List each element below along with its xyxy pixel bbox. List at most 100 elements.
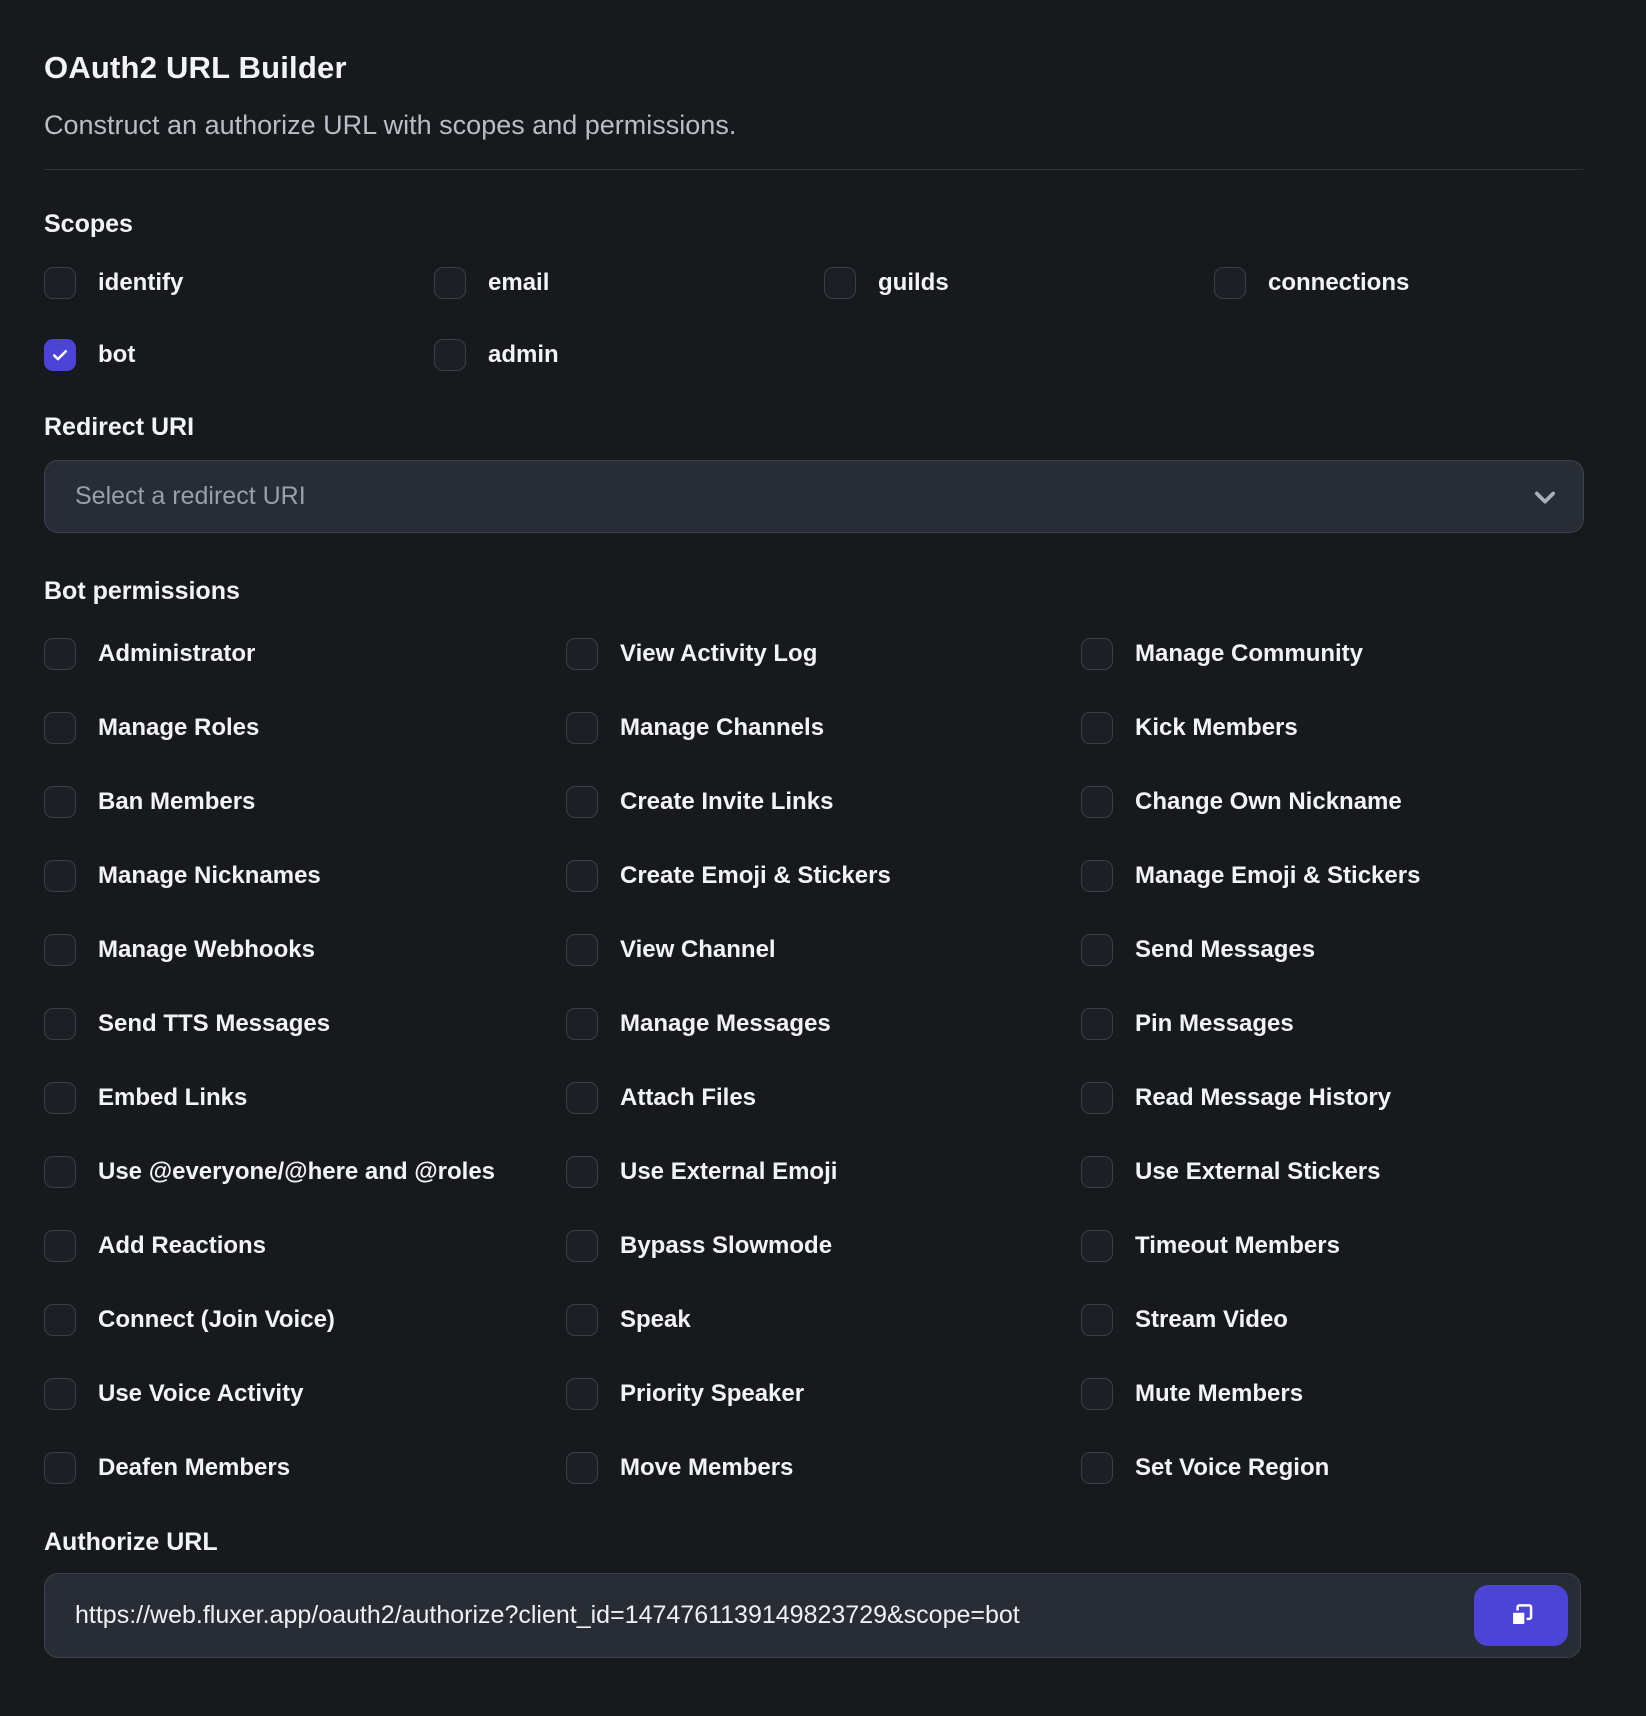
permission-item-ban-members[interactable]: Ban Members (44, 786, 566, 818)
permission-checkbox-manage-nicknames[interactable] (44, 860, 76, 892)
permission-item-view-activity-log[interactable]: View Activity Log (566, 638, 1081, 670)
permission-checkbox-use-everyone-here-and-roles[interactable] (44, 1156, 76, 1188)
permission-checkbox-manage-emoji-stickers[interactable] (1081, 860, 1113, 892)
authorize-url-field[interactable]: https://web.fluxer.app/oauth2/authorize?… (44, 1573, 1581, 1658)
permission-checkbox-ban-members[interactable] (44, 786, 76, 818)
scope-item-email[interactable]: email (434, 267, 824, 299)
authorize-url-heading: Authorize URL (44, 1528, 1584, 1557)
permission-item-stream-video[interactable]: Stream Video (1081, 1304, 1584, 1336)
permission-checkbox-speak[interactable] (566, 1304, 598, 1336)
permission-checkbox-manage-channels[interactable] (566, 712, 598, 744)
scope-item-bot[interactable]: bot (44, 339, 434, 371)
permission-item-administrator[interactable]: Administrator (44, 638, 566, 670)
permission-item-manage-emoji-stickers[interactable]: Manage Emoji & Stickers (1081, 860, 1584, 892)
permission-checkbox-deafen-members[interactable] (44, 1452, 76, 1484)
permission-item-use-external-stickers[interactable]: Use External Stickers (1081, 1156, 1584, 1188)
permission-item-change-own-nickname[interactable]: Change Own Nickname (1081, 786, 1584, 818)
permission-checkbox-move-members[interactable] (566, 1452, 598, 1484)
permission-item-use-voice-activity[interactable]: Use Voice Activity (44, 1378, 566, 1410)
redirect-uri-select[interactable]: Select a redirect URI (44, 460, 1584, 533)
permission-checkbox-use-voice-activity[interactable] (44, 1378, 76, 1410)
permission-checkbox-timeout-members[interactable] (1081, 1230, 1113, 1262)
scope-label-identify: identify (98, 269, 183, 297)
permission-item-mute-members[interactable]: Mute Members (1081, 1378, 1584, 1410)
permission-item-move-members[interactable]: Move Members (566, 1452, 1081, 1484)
permission-item-send-messages[interactable]: Send Messages (1081, 934, 1584, 966)
permission-checkbox-manage-messages[interactable] (566, 1008, 598, 1040)
permission-item-bypass-slowmode[interactable]: Bypass Slowmode (566, 1230, 1081, 1262)
permission-item-create-emoji-stickers[interactable]: Create Emoji & Stickers (566, 860, 1081, 892)
permission-item-use-everyone-here-and-roles[interactable]: Use @everyone/@here and @roles (44, 1156, 566, 1188)
permission-item-timeout-members[interactable]: Timeout Members (1081, 1230, 1584, 1262)
permission-item-use-external-emoji[interactable]: Use External Emoji (566, 1156, 1081, 1188)
permission-checkbox-create-emoji-stickers[interactable] (566, 860, 598, 892)
permission-checkbox-read-message-history[interactable] (1081, 1082, 1113, 1114)
scope-checkbox-bot-checked[interactable] (44, 339, 76, 371)
permission-item-connect-join-voice[interactable]: Connect (Join Voice) (44, 1304, 566, 1336)
permission-checkbox-view-channel[interactable] (566, 934, 598, 966)
permission-checkbox-add-reactions[interactable] (44, 1230, 76, 1262)
permission-checkbox-administrator[interactable] (44, 638, 76, 670)
permission-item-manage-nicknames[interactable]: Manage Nicknames (44, 860, 566, 892)
permission-checkbox-send-messages[interactable] (1081, 934, 1113, 966)
permission-checkbox-send-tts-messages[interactable] (44, 1008, 76, 1040)
permission-checkbox-bypass-slowmode[interactable] (566, 1230, 598, 1262)
permission-item-kick-members[interactable]: Kick Members (1081, 712, 1584, 744)
scope-item-guilds[interactable]: guilds (824, 267, 1214, 299)
scope-label-connections: connections (1268, 269, 1409, 297)
permission-item-deafen-members[interactable]: Deafen Members (44, 1452, 566, 1484)
copy-url-button[interactable] (1474, 1585, 1568, 1646)
scope-checkbox-admin[interactable] (434, 339, 466, 371)
permission-label-use-external-emoji: Use External Emoji (620, 1158, 837, 1186)
bot-permissions-grid: AdministratorView Activity LogManage Com… (44, 638, 1584, 1484)
permission-item-manage-messages[interactable]: Manage Messages (566, 1008, 1081, 1040)
scope-item-admin[interactable]: admin (434, 339, 824, 371)
permission-checkbox-manage-roles[interactable] (44, 712, 76, 744)
scope-checkbox-identify[interactable] (44, 267, 76, 299)
permission-checkbox-mute-members[interactable] (1081, 1378, 1113, 1410)
permission-checkbox-change-own-nickname[interactable] (1081, 786, 1113, 818)
permission-checkbox-kick-members[interactable] (1081, 712, 1113, 744)
permission-label-send-messages: Send Messages (1135, 936, 1315, 964)
permission-item-create-invite-links[interactable]: Create Invite Links (566, 786, 1081, 818)
permission-item-speak[interactable]: Speak (566, 1304, 1081, 1336)
authorize-url-value: https://web.fluxer.app/oauth2/authorize?… (75, 1601, 1474, 1630)
permission-item-manage-roles[interactable]: Manage Roles (44, 712, 566, 744)
permission-checkbox-use-external-stickers[interactable] (1081, 1156, 1113, 1188)
permission-checkbox-set-voice-region[interactable] (1081, 1452, 1113, 1484)
scope-item-identify[interactable]: identify (44, 267, 434, 299)
permission-label-add-reactions: Add Reactions (98, 1232, 266, 1260)
permission-item-attach-files[interactable]: Attach Files (566, 1082, 1081, 1114)
permission-checkbox-view-activity-log[interactable] (566, 638, 598, 670)
permission-label-deafen-members: Deafen Members (98, 1454, 290, 1482)
scope-checkbox-email[interactable] (434, 267, 466, 299)
permission-checkbox-priority-speaker[interactable] (566, 1378, 598, 1410)
permission-label-create-invite-links: Create Invite Links (620, 788, 833, 816)
scope-checkbox-guilds[interactable] (824, 267, 856, 299)
copy-icon (1508, 1602, 1535, 1629)
permission-checkbox-embed-links[interactable] (44, 1082, 76, 1114)
permission-item-view-channel[interactable]: View Channel (566, 934, 1081, 966)
permission-checkbox-pin-messages[interactable] (1081, 1008, 1113, 1040)
scope-item-connections[interactable]: connections (1214, 267, 1604, 299)
permission-item-add-reactions[interactable]: Add Reactions (44, 1230, 566, 1262)
permission-item-manage-webhooks[interactable]: Manage Webhooks (44, 934, 566, 966)
permission-checkbox-create-invite-links[interactable] (566, 786, 598, 818)
permission-checkbox-attach-files[interactable] (566, 1082, 598, 1114)
permission-checkbox-stream-video[interactable] (1081, 1304, 1113, 1336)
permission-label-stream-video: Stream Video (1135, 1306, 1288, 1334)
permission-item-priority-speaker[interactable]: Priority Speaker (566, 1378, 1081, 1410)
permission-item-manage-community[interactable]: Manage Community (1081, 638, 1584, 670)
permission-item-read-message-history[interactable]: Read Message History (1081, 1082, 1584, 1114)
permission-item-send-tts-messages[interactable]: Send TTS Messages (44, 1008, 566, 1040)
permission-item-set-voice-region[interactable]: Set Voice Region (1081, 1452, 1584, 1484)
permission-checkbox-manage-community[interactable] (1081, 638, 1113, 670)
permission-checkbox-connect-join-voice[interactable] (44, 1304, 76, 1336)
permission-item-embed-links[interactable]: Embed Links (44, 1082, 566, 1114)
permission-checkbox-manage-webhooks[interactable] (44, 934, 76, 966)
permission-label-use-external-stickers: Use External Stickers (1135, 1158, 1380, 1186)
permission-item-manage-channels[interactable]: Manage Channels (566, 712, 1081, 744)
scope-checkbox-connections[interactable] (1214, 267, 1246, 299)
permission-item-pin-messages[interactable]: Pin Messages (1081, 1008, 1584, 1040)
permission-checkbox-use-external-emoji[interactable] (566, 1156, 598, 1188)
